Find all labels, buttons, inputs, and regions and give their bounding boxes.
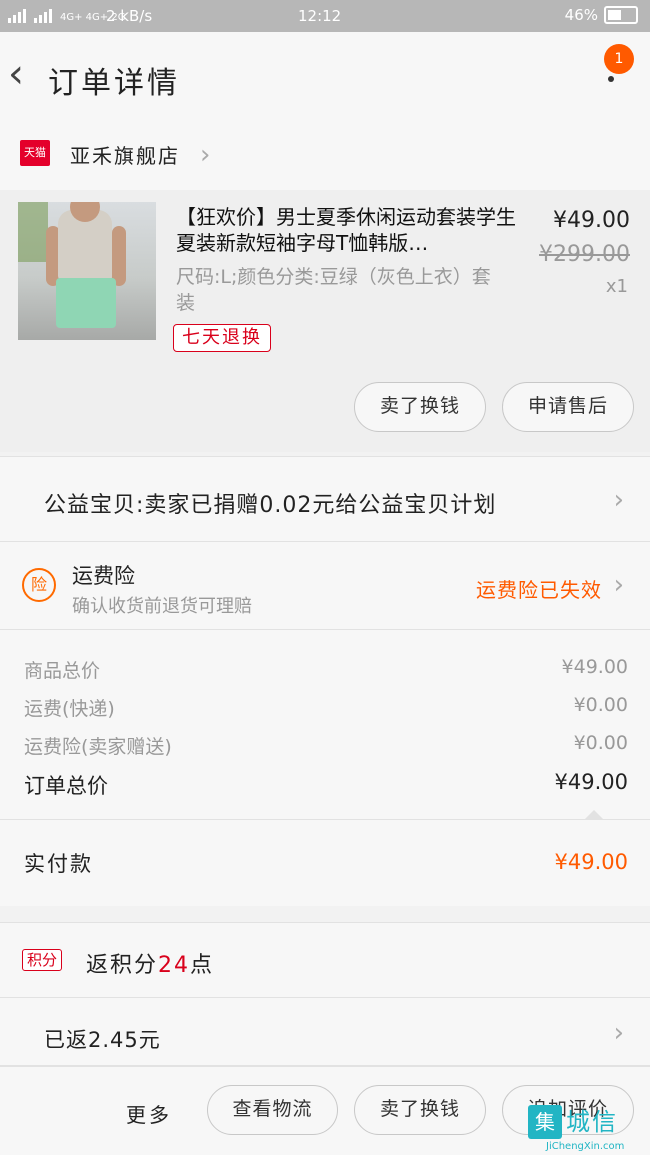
shop-row[interactable]: 天猫 亚禾旗舰店 › [0,120,650,190]
battery-percent: 46% [564,6,598,24]
product-item[interactable]: 【狂欢价】男士夏季休闲运动套装学生夏装新款短袖字母T恤韩版… 尺码:L;颜色分类… [0,190,650,452]
insurance-status: 运费险已失效 [476,578,602,602]
fee-line: 运费险(卖家赠送) ¥0.00 [24,732,628,762]
fee-label: 运费险(卖家赠送) [24,736,172,758]
notch-decoration [584,810,604,820]
seven-day-return-tag: 七天退换 [173,324,271,352]
bottom-action-bar: 更多 查看物流 卖了换钱 追加评价 集 城信 JiChengXin.com [0,1066,650,1155]
fee-line: 运费(快递) ¥0.00 [24,694,628,724]
paid-row: 实付款 ¥49.00 [0,820,650,906]
product-sku: 尺码:L;颜色分类:豆绿（灰色上衣）套装 [176,266,491,314]
more-menu-button[interactable]: 1 [594,44,634,104]
rebate-text: 已返2.45元 [44,1028,161,1052]
network-speed: 2 kB/s [106,7,153,25]
more-actions-button[interactable]: 更多 [126,1099,172,1128]
chevron-right-icon: › [613,1018,624,1048]
fee-label: 运费(快递) [24,698,115,720]
watermark-text: 城信 [566,1108,618,1136]
battery-icon [604,6,638,24]
insurance-icon: 险 [22,568,56,602]
nav-bar: ‹ 订单详情 1 [0,32,650,120]
watermark-url: JiChengXin.com [546,1141,625,1152]
notification-badge: 1 [604,44,634,74]
view-logistics-button[interactable]: 查看物流 [207,1085,338,1135]
fee-label: 商品总价 [24,660,101,682]
after-sale-button[interactable]: 申请售后 [502,382,634,432]
fee-line: 商品总价 ¥49.00 [24,656,628,686]
shop-name: 亚禾旗舰店 [70,144,180,168]
product-original-price: ¥299.00 [539,242,630,267]
clock: 12:12 [298,7,342,25]
rebate-row[interactable]: 已返2.45元 › [0,998,650,1066]
product-price: ¥49.00 [553,208,630,233]
battery-indicator: 46% [565,6,638,24]
order-total-value: ¥49.00 [554,770,628,794]
points-row: 积分 返积分24点 [0,922,650,998]
chevron-right-icon: › [613,570,624,600]
points-text: 返积分24点 [86,947,214,979]
watermark: 集 城信 JiChengXin.com [528,1105,644,1155]
order-total-label: 订单总价 [24,774,108,798]
shipping-insurance-row[interactable]: 险 运费险 确认收货前退货可理赔 运费险已失效 › [0,542,650,630]
fee-value: ¥49.00 [561,656,628,678]
chevron-right-icon: › [200,140,211,170]
signal-icon-2 [34,7,52,23]
insurance-title: 运费险 [72,564,135,588]
status-bar: 4G+ 4G+ 2G 2 kB/s 12:12 46% [0,0,650,32]
fee-summary: 商品总价 ¥49.00 运费(快递) ¥0.00 运费险(卖家赠送) ¥0.00… [0,630,650,820]
signal-icon [8,7,26,23]
points-suffix: 点 [190,953,215,978]
product-image[interactable] [18,202,156,340]
points-tag: 积分 [22,949,63,971]
charity-text: 公益宝贝:卖家已捐赠0.02元给公益宝贝计划 [44,493,497,518]
points-prefix: 返积分 [86,953,159,978]
chevron-right-icon: › [613,485,624,515]
insurance-subtitle: 确认收货前退货可理赔 [72,596,252,617]
charity-row[interactable]: 公益宝贝:卖家已捐赠0.02元给公益宝贝计划 › [0,456,650,542]
fee-value: ¥0.00 [573,732,628,754]
back-arrow-icon[interactable]: ‹ [8,54,24,94]
resell-bottom-button[interactable]: 卖了换钱 [354,1085,486,1135]
product-title[interactable]: 【狂欢价】男士夏季休闲运动套装学生夏装新款短袖字母T恤韩版… [176,204,522,256]
watermark-logo-icon: 集 [528,1105,562,1139]
resell-button[interactable]: 卖了换钱 [354,382,486,432]
fee-value: ¥0.00 [573,694,628,716]
product-quantity: x1 [605,276,628,297]
page-title: 订单详情 [48,66,180,101]
order-total-line: 订单总价 ¥49.00 [24,770,628,800]
paid-label: 实付款 [24,852,93,876]
tmall-logo-icon: 天猫 [20,140,50,166]
paid-value: ¥49.00 [554,850,628,874]
points-value: 24 [158,953,191,978]
